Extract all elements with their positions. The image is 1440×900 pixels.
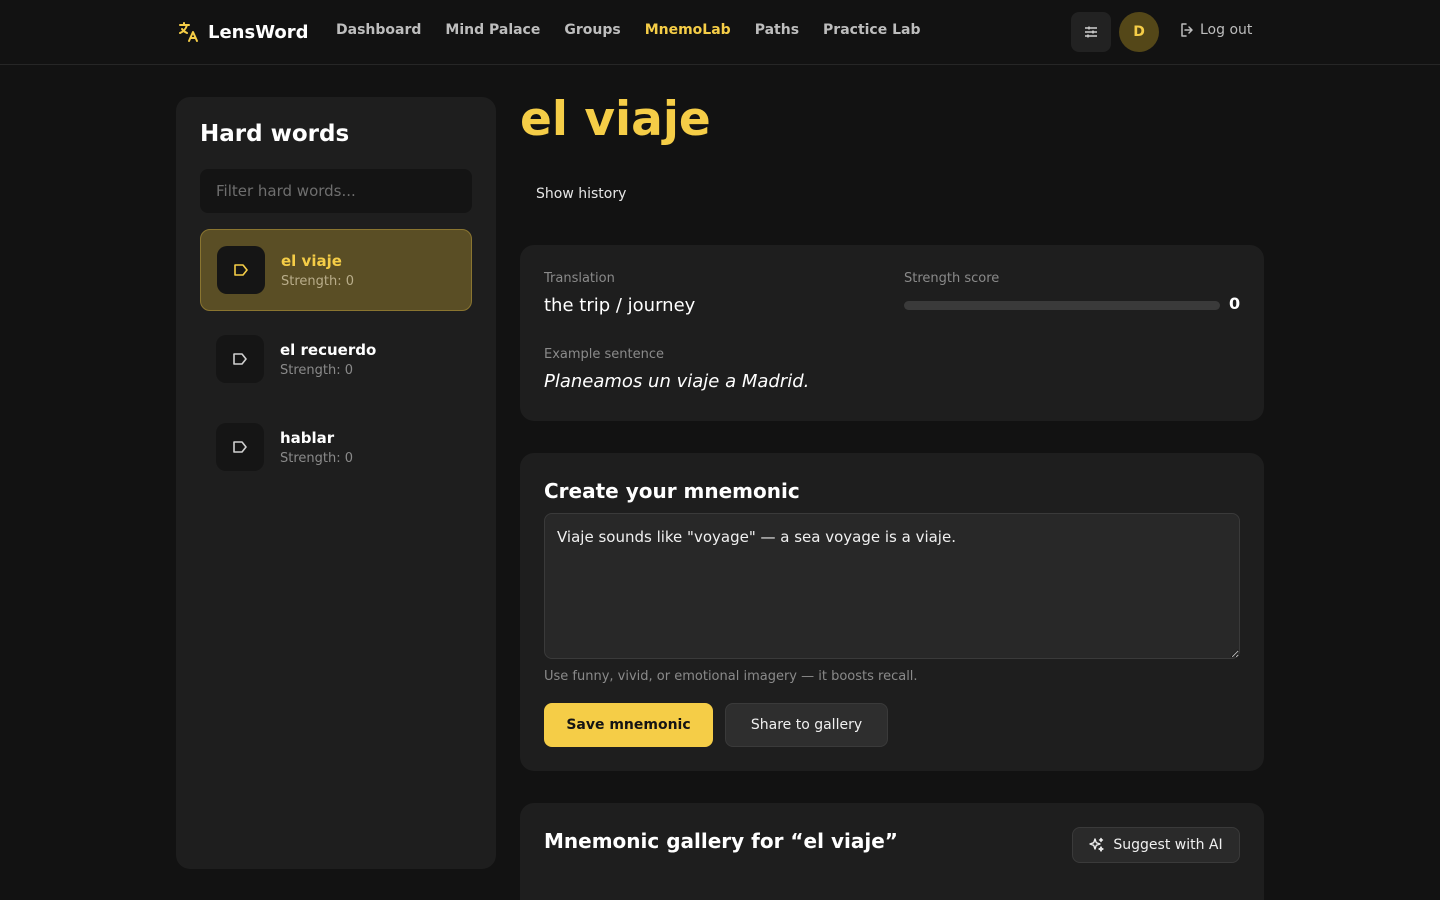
sidebar-title: Hard words [200, 121, 350, 147]
strength-score-label: Strength score [904, 271, 1000, 286]
user-avatar[interactable]: D [1119, 12, 1159, 52]
brand-logo[interactable]: LensWord [176, 20, 309, 44]
mnemonic-hint: Use funny, vivid, or emotional imagery —… [544, 669, 918, 684]
logout-label: Log out [1200, 22, 1253, 38]
sparkles-icon [1089, 837, 1105, 852]
hard-word-name: hablar [280, 428, 335, 447]
brand-name: LensWord [208, 21, 309, 43]
main-nav: Dashboard Mind Palace Groups MnemoLab Pa… [336, 22, 921, 38]
nav-item-mnemolab[interactable]: MnemoLab [645, 22, 731, 38]
share-to-gallery-button[interactable]: Share to gallery [725, 703, 888, 747]
nav-item-dashboard[interactable]: Dashboard [336, 22, 421, 38]
tag-icon [216, 335, 264, 383]
hard-word-item-el-recuerdo[interactable]: el recuerdo Strength: 0 [200, 318, 472, 400]
logout-icon [1181, 23, 1193, 37]
nav-item-paths[interactable]: Paths [755, 22, 799, 38]
strength-progress-bar [904, 301, 1220, 310]
mnemonic-textarea[interactable] [544, 513, 1240, 659]
word-details-card: Translation the trip / journey Strength … [520, 245, 1264, 421]
example-sentence: Planeamos un viaje a Madrid. [544, 371, 810, 392]
hard-word-item-el-viaje[interactable]: el viaje Strength: 0 [200, 229, 472, 311]
create-mnemonic-title: Create your mnemonic [544, 479, 800, 503]
gallery-title: Mnemonic gallery for “el viaje” [544, 829, 898, 853]
show-history-button[interactable]: Show history [536, 186, 626, 202]
nav-item-practice-lab[interactable]: Practice Lab [823, 22, 920, 38]
logout-button[interactable]: Log out [1180, 22, 1252, 38]
settings-button[interactable] [1071, 12, 1111, 52]
suggest-with-ai-label: Suggest with AI [1113, 837, 1223, 853]
hard-word-strength: Strength: 0 [281, 273, 355, 289]
mnemonic-gallery-card: Mnemonic gallery for “el viaje” Suggest … [520, 803, 1264, 900]
hard-word-strength: Strength: 0 [280, 362, 354, 378]
hard-words-sidebar: Hard words el viaje Strength: 0 el recue… [176, 97, 496, 869]
hard-word-name: el viaje [281, 251, 342, 270]
tag-icon [216, 423, 264, 471]
hard-word-name: el recuerdo [280, 340, 377, 359]
nav-item-mind-palace[interactable]: Mind Palace [445, 22, 540, 38]
sliders-icon [1085, 26, 1097, 38]
filter-hard-words-input[interactable] [200, 169, 472, 213]
suggest-with-ai-button[interactable]: Suggest with AI [1072, 827, 1240, 863]
translate-icon [179, 22, 198, 42]
hard-word-item-hablar[interactable]: hablar Strength: 0 [200, 406, 472, 488]
example-sentence-label: Example sentence [544, 347, 665, 362]
strength-score-value: 0 [1229, 294, 1241, 313]
hard-word-strength: Strength: 0 [280, 450, 354, 466]
top-navigation-bar: LensWord Dashboard Mind Palace Groups Mn… [0, 0, 1440, 65]
page-title: el viaje [520, 92, 711, 147]
translation-label: Translation [544, 271, 615, 286]
create-mnemonic-card: Create your mnemonic Use funny, vivid, o… [520, 453, 1264, 771]
tag-icon [217, 246, 265, 294]
nav-item-groups[interactable]: Groups [564, 22, 620, 38]
translation-value: the trip / journey [544, 295, 696, 316]
save-mnemonic-button[interactable]: Save mnemonic [544, 703, 713, 747]
